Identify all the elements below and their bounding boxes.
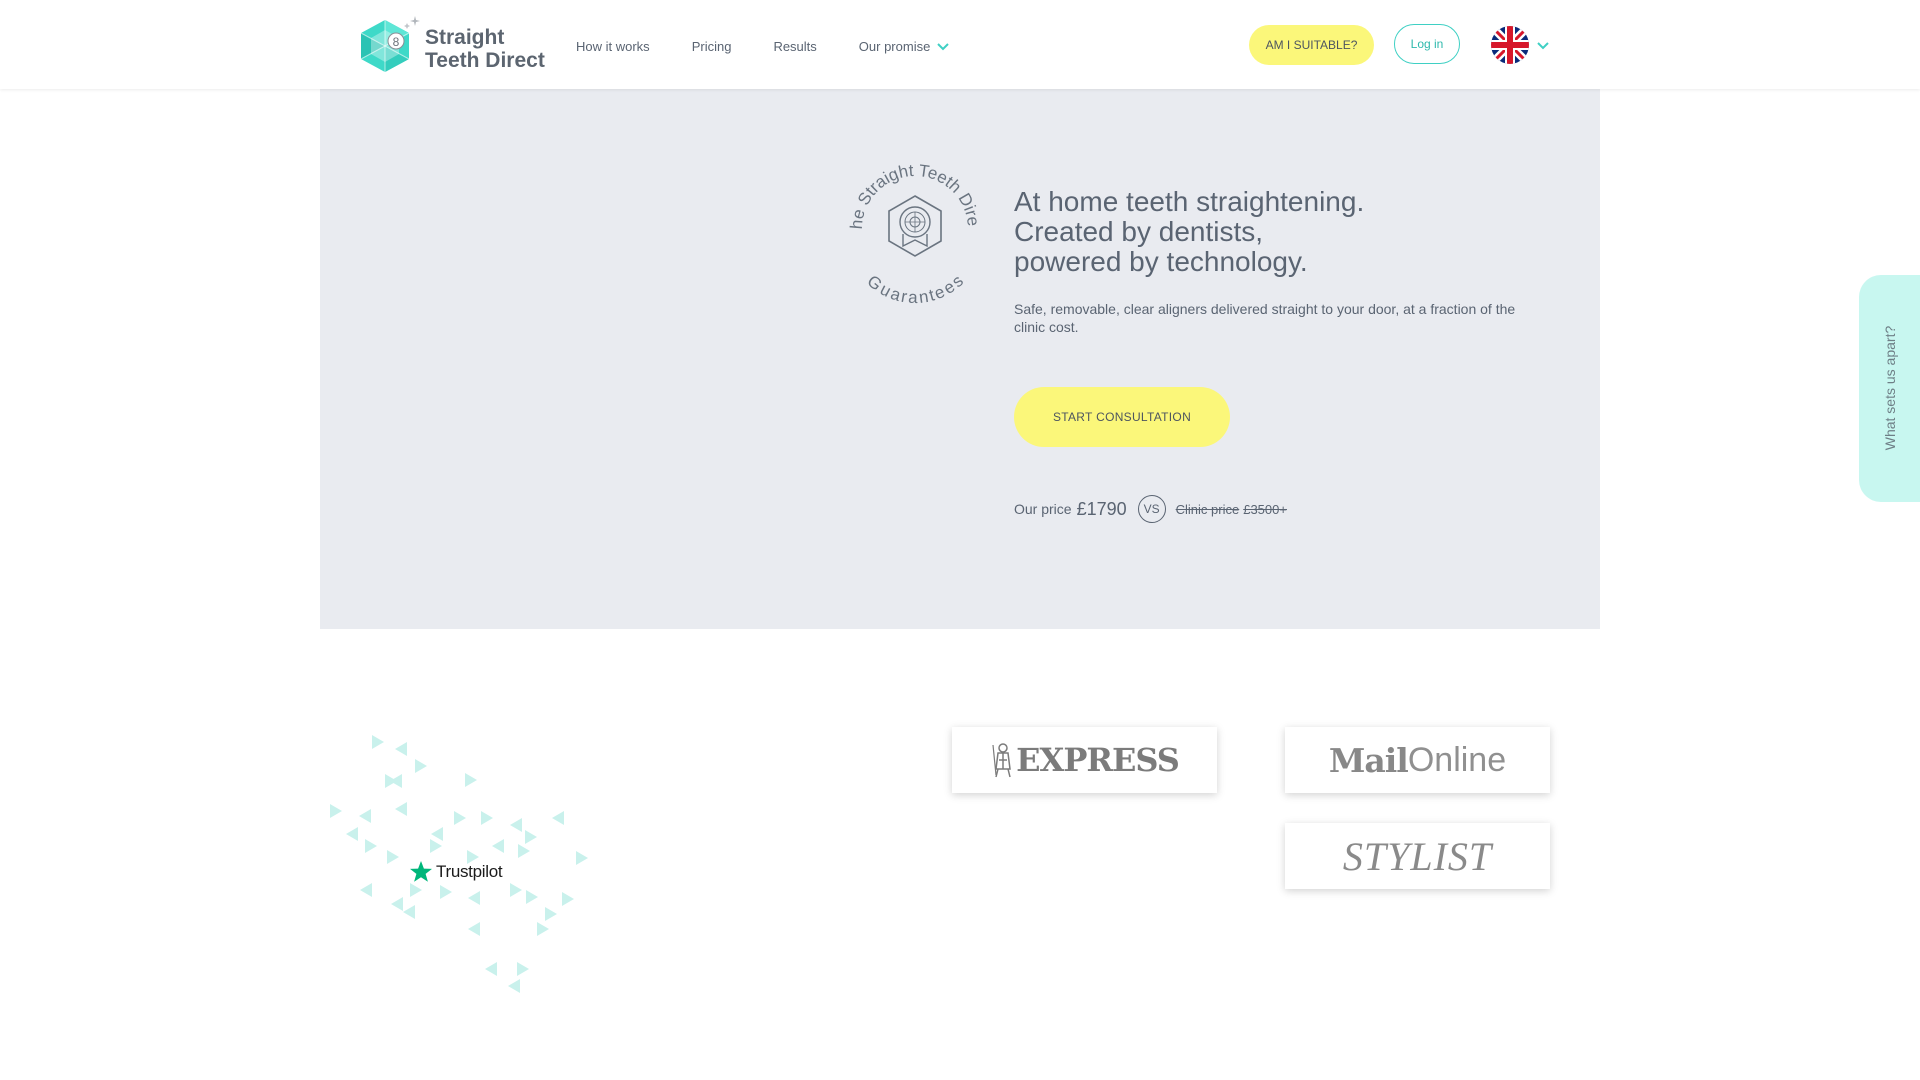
logo-badge-number: 8: [393, 35, 400, 49]
uk-flag-icon: [1491, 26, 1529, 64]
clinic-price-label: Clinic price: [1175, 501, 1240, 517]
badge-bottom-text: Guarantees: [863, 271, 966, 304]
hero-subtitle: Safe, removable, clear aligners delivere…: [1014, 301, 1516, 335]
express-wordmark: EXPRESS: [1016, 741, 1180, 779]
language-selector[interactable]: [1490, 25, 1550, 65]
nav-results[interactable]: Results: [773, 39, 816, 54]
press-logo-stylist: STYLIST: [1285, 823, 1550, 889]
mail-wordmark: Mail: [1328, 740, 1409, 780]
start-consultation-button[interactable]: START CONSULTATION: [1014, 387, 1230, 447]
site-header: 8 Straight Teeth Direct How it works Pri…: [0, 0, 1920, 89]
site-logo[interactable]: 8 Straight Teeth Direct: [357, 10, 547, 80]
trustpilot-label: Trustpilot: [436, 862, 503, 881]
logo-hexagon-icon: 8: [360, 16, 420, 72]
chevron-down-icon: [937, 43, 950, 51]
vs-badge: VS: [1137, 495, 1166, 523]
hero-section: The Straight Teeth Direct Guarantees At …: [320, 89, 1600, 629]
hero-title-line: Created by dentists,: [1014, 216, 1264, 247]
nav-how-it-works[interactable]: How it works: [576, 39, 650, 54]
hero-title-line: powered by technology.: [1014, 246, 1308, 277]
side-tab-label: What sets us apart?: [1882, 325, 1898, 451]
crusader-icon: [992, 743, 1011, 778]
clinic-price-value: £3500+: [1243, 501, 1287, 517]
am-i-suitable-button[interactable]: AM I SUITABLE?: [1249, 25, 1374, 65]
our-price-value: £1790: [1076, 498, 1127, 519]
trustpilot-logo[interactable]: Trustpilot: [409, 860, 503, 884]
logo-line1: Straight: [425, 26, 505, 49]
clinic-price: Clinic price £3500+: [1176, 502, 1287, 517]
price-comparison: Our price £1790 VS Clinic price £3500+: [1014, 495, 1287, 523]
chevron-down-icon: [1537, 41, 1549, 49]
guarantee-badge-icon: The Straight Teeth Direct Guarantees: [840, 154, 983, 304]
nav-our-promise-label: Our promise: [858, 39, 931, 54]
hero-title: At home teeth straightening. Created by …: [1014, 187, 1534, 277]
logo-wordmark: Straight Teeth Direct: [425, 26, 545, 72]
logo-line2: Teeth Direct: [425, 49, 545, 72]
our-price-label: Our price: [1014, 501, 1072, 517]
what-sets-us-apart-tab[interactable]: What sets us apart?: [1859, 275, 1920, 502]
star-icon: [410, 861, 432, 882]
svg-text:Guarantees: Guarantees: [863, 271, 966, 304]
online-wordmark: Online: [1407, 740, 1507, 779]
hero-title-line: At home teeth straightening.: [1014, 186, 1365, 217]
nav-our-promise[interactable]: Our promise: [859, 39, 951, 54]
press-logo-mail-online: Mail Online: [1285, 727, 1550, 793]
stylist-wordmark: STYLIST: [1342, 833, 1493, 879]
nav-pricing[interactable]: Pricing: [692, 39, 732, 54]
press-logo-express: EXPRESS: [952, 727, 1217, 793]
login-button[interactable]: Log in: [1394, 24, 1460, 64]
main-nav: How it works Pricing Results Our promise: [576, 39, 992, 54]
